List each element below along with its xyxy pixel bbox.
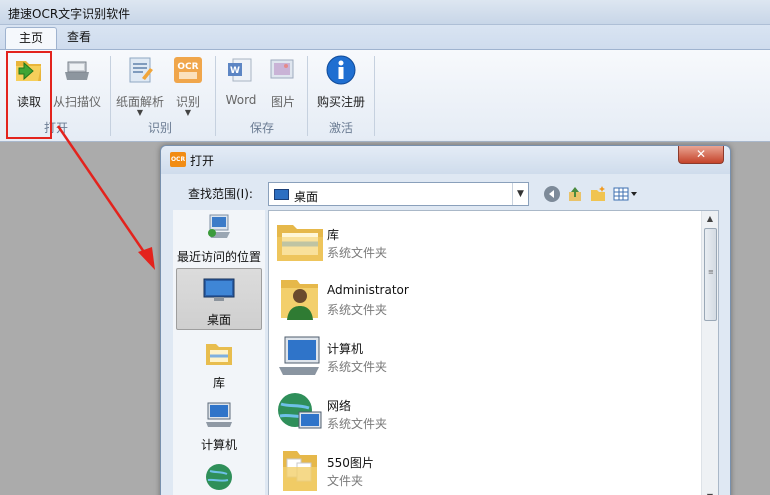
ocr-icon: OCR bbox=[174, 57, 202, 83]
save-word-button[interactable]: W Word bbox=[222, 54, 260, 124]
desktop-icon bbox=[274, 189, 289, 200]
vertical-scrollbar[interactable]: ▲ ≡ ▼ bbox=[701, 211, 718, 495]
group-separator bbox=[307, 56, 308, 136]
scroll-down-icon[interactable]: ▼ bbox=[702, 489, 718, 495]
scroll-thumb[interactable]: ≡ bbox=[704, 228, 717, 321]
ribbon: 读取 从扫描仪 纸面解析 ▼ OCR 识别 ▼ W Word 图片 购买注册 打… bbox=[0, 49, 770, 142]
group-label-recognize: 识别 bbox=[147, 121, 172, 135]
new-folder-icon[interactable] bbox=[589, 185, 607, 203]
image-icon bbox=[270, 59, 294, 79]
close-button[interactable]: ✕ bbox=[678, 146, 724, 164]
recent-places-icon bbox=[208, 214, 230, 238]
chevron-down-icon[interactable]: ▼ bbox=[512, 183, 528, 205]
up-folder-icon[interactable] bbox=[566, 185, 584, 203]
folder-icon bbox=[283, 451, 317, 491]
view-menu-icon[interactable] bbox=[612, 185, 638, 203]
group-separator bbox=[215, 56, 216, 136]
lookin-value: 桌面 bbox=[294, 190, 319, 204]
lookin-label: 查找范围(I): bbox=[188, 187, 253, 201]
place-desktop[interactable]: 桌面 bbox=[176, 268, 262, 330]
recognize-button[interactable]: OCR 识别 ▼ bbox=[171, 54, 205, 124]
chevron-down-icon: ▼ bbox=[184, 108, 192, 117]
list-item[interactable]: 计算机 系统文件夹 bbox=[269, 329, 699, 385]
word-icon: W bbox=[228, 58, 252, 82]
chevron-down-icon: ▼ bbox=[136, 108, 144, 117]
dialog-title: 打开 bbox=[190, 154, 215, 168]
ribbon-tabbar: 主页 查看 bbox=[0, 25, 770, 49]
library-icon bbox=[206, 344, 232, 365]
scroll-up-icon[interactable]: ▲ bbox=[702, 211, 718, 227]
page-analysis-icon bbox=[129, 57, 153, 83]
group-separator bbox=[374, 56, 375, 136]
app-title: 捷速OCR文字识别软件 bbox=[8, 7, 131, 21]
svg-text:OCR: OCR bbox=[177, 62, 198, 72]
purchase-register-button[interactable]: 购买注册 bbox=[313, 54, 369, 124]
list-item[interactable]: 库 系统文件夹 bbox=[269, 215, 699, 271]
places-bar: 最近访问的位置 桌面 库 计算机 bbox=[173, 210, 265, 495]
highlight-box bbox=[6, 51, 52, 139]
back-icon[interactable] bbox=[543, 185, 561, 203]
place-network[interactable] bbox=[176, 462, 262, 495]
ocr-logo-icon: OCR bbox=[170, 152, 186, 167]
tab-view[interactable]: 查看 bbox=[53, 27, 105, 49]
place-library[interactable]: 库 bbox=[176, 338, 262, 391]
dialog-titlebar: OCR 打开 ✕ bbox=[161, 146, 730, 174]
save-image-button[interactable]: 图片 bbox=[266, 54, 300, 124]
lookin-dropdown[interactable]: 桌面 ▼ bbox=[268, 182, 529, 206]
network-icon bbox=[278, 393, 322, 429]
group-label-save: 保存 bbox=[249, 121, 274, 135]
app-titlebar: 捷速OCR文字识别软件 bbox=[0, 0, 770, 25]
info-icon bbox=[326, 55, 356, 85]
user-folder-icon bbox=[281, 280, 318, 320]
desktop-icon bbox=[203, 278, 235, 301]
list-item[interactable]: 网络 系统文件夹 bbox=[269, 386, 699, 442]
scan-button[interactable]: 从扫描仪 bbox=[52, 54, 102, 124]
file-list: 库 系统文件夹 Administrator 系统文件夹 计算机 系统文件夹 网络… bbox=[268, 210, 719, 495]
tab-home[interactable]: 主页 bbox=[5, 27, 57, 49]
page-analysis-button[interactable]: 纸面解析 ▼ bbox=[114, 54, 166, 124]
open-file-dialog: OCR 打开 ✕ 查找范围(I): 桌面 ▼ 最近访问的位置 桌面 库 计算机 … bbox=[160, 145, 731, 495]
list-item[interactable]: 550图片 文件夹 bbox=[269, 443, 699, 495]
svg-text:W: W bbox=[230, 66, 240, 76]
computer-icon bbox=[279, 336, 320, 375]
computer-icon bbox=[206, 402, 232, 427]
scanner-icon bbox=[65, 61, 89, 80]
place-recent[interactable]: 最近访问的位置 bbox=[176, 212, 262, 265]
library-folder-icon bbox=[277, 225, 323, 261]
network-icon bbox=[206, 464, 232, 490]
grip-icon: ≡ bbox=[708, 268, 714, 276]
group-separator bbox=[110, 56, 111, 136]
list-item[interactable]: Administrator 系统文件夹 bbox=[269, 272, 699, 328]
group-label-activate: 激活 bbox=[328, 121, 353, 135]
place-computer[interactable]: 计算机 bbox=[176, 400, 262, 453]
